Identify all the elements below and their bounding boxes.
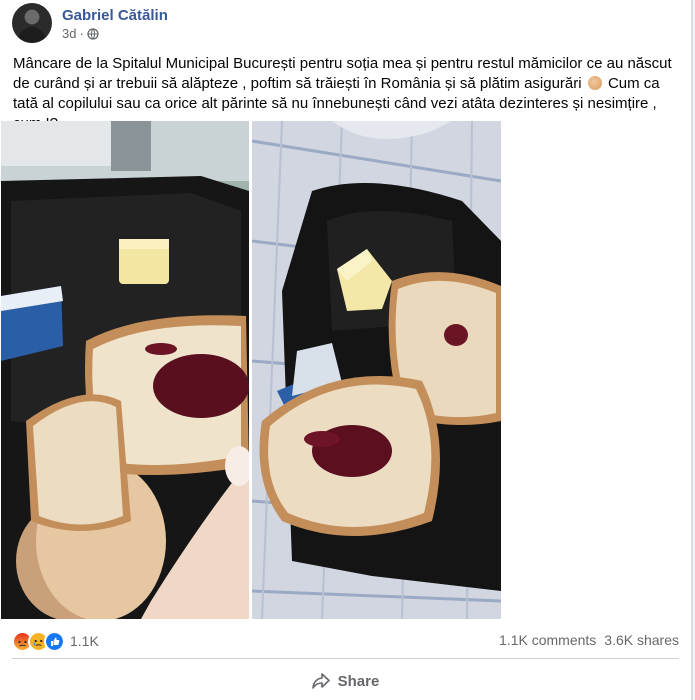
meal-tray-photo-1 xyxy=(1,121,249,619)
post-photo-2[interactable] xyxy=(252,121,501,619)
share-arrow-icon xyxy=(311,673,330,689)
post-photo-1[interactable] xyxy=(1,121,249,619)
post-meta: 3d · xyxy=(62,26,99,41)
share-button[interactable]: Share xyxy=(12,664,679,698)
like-icon xyxy=(44,630,65,652)
share-label: Share xyxy=(337,672,380,690)
shares-count[interactable]: 3.6K shares xyxy=(604,632,679,648)
reactions-summary[interactable]: 1.1K xyxy=(12,630,99,652)
post-card: Gabriel Cătălin 3d · Mâncare de la Spita… xyxy=(0,0,693,700)
comments-count[interactable]: 1.1K comments xyxy=(499,632,596,648)
reaction-count: 1.1K xyxy=(70,633,99,649)
author-avatar[interactable] xyxy=(12,3,52,43)
globe-icon[interactable] xyxy=(87,27,99,40)
clapping-hands-emoji xyxy=(587,76,602,90)
actions-divider xyxy=(12,658,679,659)
post-time[interactable]: 3d xyxy=(62,26,76,41)
engagement-stats: 1.1K comments 3.6K shares xyxy=(499,632,679,648)
meal-tray-photo-2 xyxy=(252,121,501,619)
author-name[interactable]: Gabriel Cătălin xyxy=(62,7,168,24)
post-text-part1: Mâncare de la Spitalul Municipal Bucureș… xyxy=(13,55,672,92)
